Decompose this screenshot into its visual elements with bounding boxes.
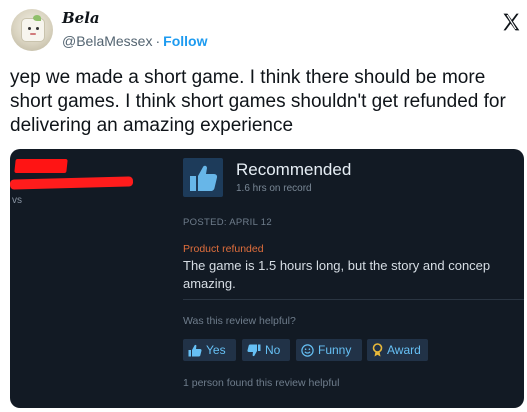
redaction-mark [10, 176, 134, 190]
award-icon [372, 343, 383, 357]
review-body: The game is 1.5 hours long, but the stor… [183, 257, 524, 293]
redaction-mark [14, 159, 68, 173]
award-button[interactable]: Award [367, 339, 428, 361]
display-name[interactable]: Bela [62, 9, 100, 27]
helpful-no-button[interactable]: No [242, 339, 290, 361]
follow-button[interactable]: Follow [163, 33, 207, 49]
posted-date: POSTED: APRIL 12 [183, 217, 272, 228]
funny-button[interactable]: Funny [296, 339, 362, 361]
steam-review-screenshot: vs Recommended 1.6 hrs on record POSTED:… [10, 149, 524, 408]
funny-label: Funny [318, 343, 352, 357]
user-handle[interactable]: @BelaMessex [62, 33, 152, 49]
hours-on-record: 1.6 hrs on record [236, 183, 312, 194]
left-text-fragment: vs [12, 195, 22, 206]
x-logo-icon[interactable] [501, 12, 521, 32]
smiley-icon [301, 343, 314, 357]
award-label: Award [387, 343, 421, 357]
thumbs-up-icon [183, 158, 223, 197]
separator: · [155, 33, 161, 49]
refund-status: Product refunded [183, 243, 264, 255]
handle-row: @BelaMessex · Follow [62, 33, 207, 49]
thumbs-down-icon [247, 344, 261, 356]
review-body-line: The game is 1.5 hours long, but the stor… [183, 258, 491, 273]
yes-label: Yes [206, 343, 226, 357]
tweet-text: yep we made a short game. I think there … [10, 67, 506, 136]
review-rating: Recommended [236, 160, 352, 179]
review-body-line: amazing. [183, 276, 236, 291]
helpful-question: Was this review helpful? [183, 315, 296, 327]
helpful-count: 1 person found this review helpful [183, 377, 340, 389]
thumbs-up-icon [188, 344, 202, 356]
divider [183, 299, 524, 300]
avatar[interactable] [11, 9, 53, 51]
helpful-yes-button[interactable]: Yes [183, 339, 236, 361]
no-label: No [265, 343, 281, 357]
